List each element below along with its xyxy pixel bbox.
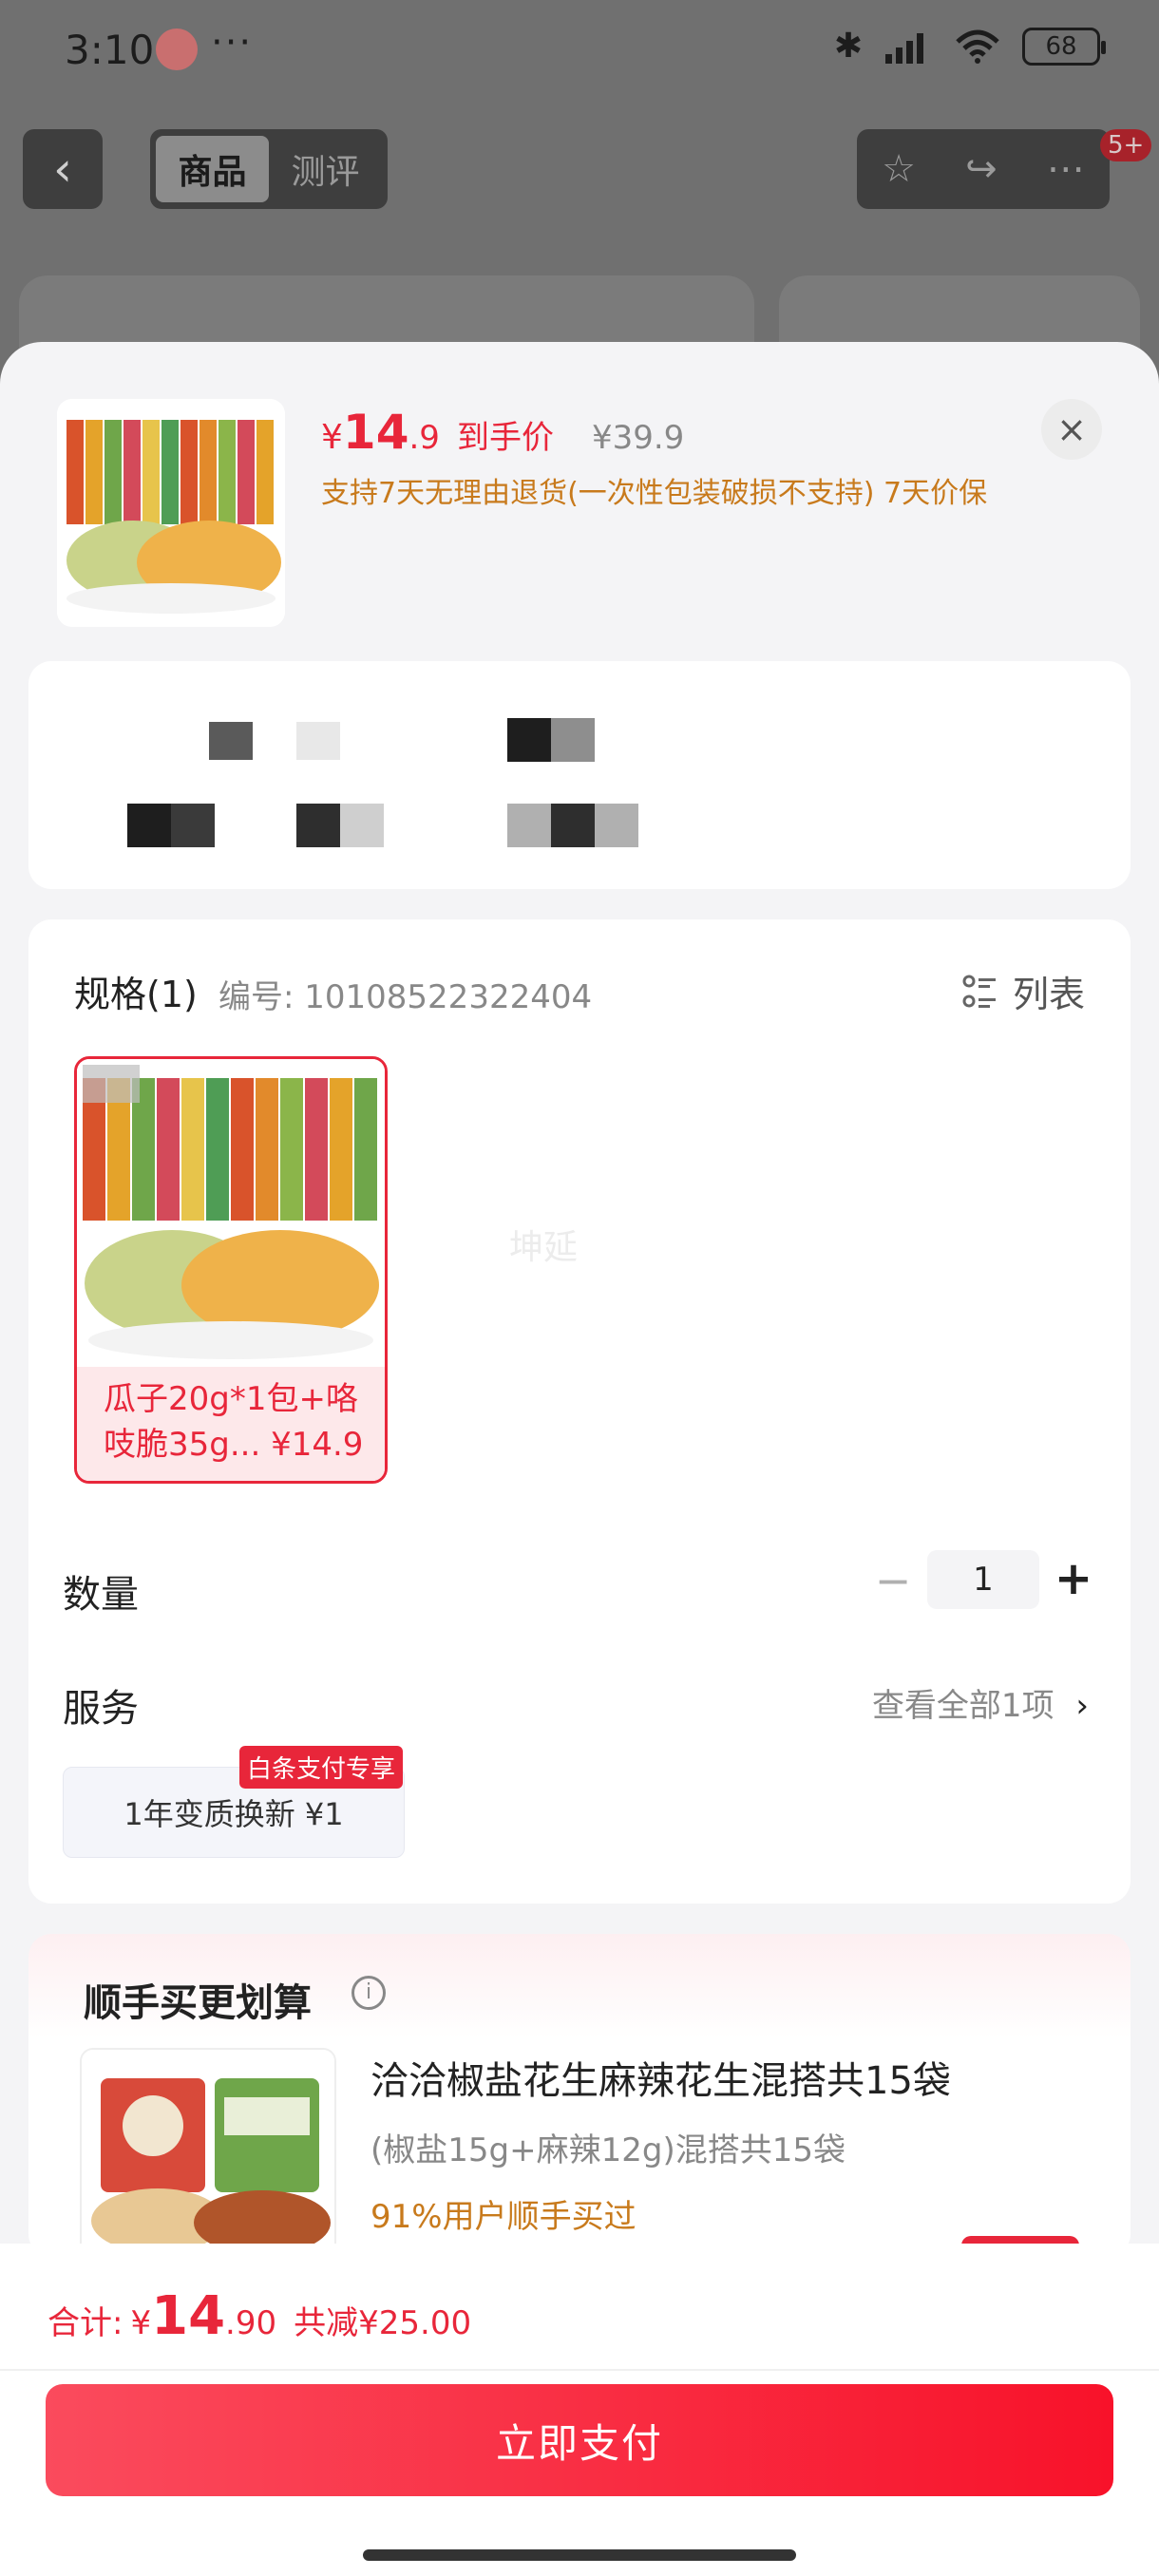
redacted-block <box>507 718 551 762</box>
redacted-block <box>595 804 638 847</box>
status-icons: ✱ 68 <box>833 27 1106 66</box>
close-button[interactable]: × <box>1041 399 1102 460</box>
total-decimal: .90 <box>225 2304 277 2342</box>
redacted-block <box>551 718 595 762</box>
total-saved: 共减¥25.00 <box>294 2304 472 2342</box>
price-integer: 14 <box>342 405 409 460</box>
bundle-product-stat: 91%用户顺手买过 <box>370 2198 636 2236</box>
price-symbol: ¥ <box>321 418 343 457</box>
message-badge: 5+ <box>1100 129 1152 161</box>
chevron-right-icon: › <box>1075 1687 1089 1725</box>
tab-product[interactable]: 商品 <box>156 136 269 202</box>
battery-icon: 68 <box>1022 27 1106 66</box>
price-label: 到手价 <box>456 419 554 457</box>
spec-option-image <box>77 1059 385 1367</box>
view-all-label: 查看全部1项 <box>871 1687 1054 1725</box>
close-icon: × <box>1056 408 1087 450</box>
spec-code: 编号: 10108522322404 <box>218 978 593 1016</box>
bundle-product-image[interactable] <box>80 2048 336 2257</box>
list-icon <box>962 975 996 1008</box>
redacted-block <box>551 804 595 847</box>
bundle-product-desc: (椒盐15g+麻辣12g)混搭共15袋 <box>370 2131 846 2169</box>
spec-card: 规格(1) 编号: 10108522322404 列表 瓜子20g*1包+咯吱脆… <box>28 919 1130 1904</box>
bundle-title: 顺手买更划算 <box>84 1981 312 2025</box>
home-indicator[interactable] <box>363 2549 796 2561</box>
price-row: ¥ 14 .9 到手价 ¥39.9 <box>321 405 684 460</box>
redacted-block <box>296 722 340 760</box>
view-all-services-link[interactable]: 查看全部1项 › <box>872 1679 1089 1726</box>
share-icon[interactable]: ↪ <box>965 147 998 191</box>
watermark: 坤延 <box>509 1228 579 1267</box>
original-price: ¥39.9 <box>591 419 685 457</box>
list-view-toggle[interactable]: 列表 <box>961 965 1085 1017</box>
signal-icon <box>885 32 923 64</box>
price-decimal: .9 <box>408 419 440 457</box>
quantity-increase-button[interactable]: + <box>1045 1552 1102 1609</box>
quantity-input[interactable]: 1 <box>927 1550 1039 1609</box>
more-icon[interactable]: ⋯ <box>1047 147 1085 191</box>
chevron-left-icon: ‹ <box>53 142 72 197</box>
list-view-label: 列表 <box>1012 974 1085 1015</box>
more-notifications-icon: ··· <box>211 21 254 65</box>
product-thumbnail <box>57 399 285 627</box>
info-icon[interactable]: i <box>352 1976 386 2010</box>
status-time: 3:10 <box>65 27 155 73</box>
total-integer: 14 <box>151 2285 226 2347</box>
service-label: 服务 <box>63 1687 139 1731</box>
snack-image-icon <box>57 399 285 627</box>
total-symbol: ¥ <box>130 2304 152 2342</box>
back-button[interactable]: ‹ <box>23 129 103 209</box>
app-notification-icon <box>156 28 198 70</box>
redacted-block <box>209 722 253 760</box>
nav-actions: ☆ ↪ ⋯ <box>857 129 1110 209</box>
wifi-icon <box>956 29 999 64</box>
redacted-block <box>340 804 384 847</box>
address-card[interactable] <box>28 661 1130 889</box>
quantity-label: 数量 <box>63 1573 139 1617</box>
total-label: 合计: <box>48 2304 124 2342</box>
divider <box>0 2369 1159 2371</box>
quantity-decrease-button[interactable]: − <box>864 1554 922 1611</box>
spec-option[interactable]: 瓜子20g*1包+咯吱脆35g... ¥14.9 <box>74 1056 388 1484</box>
product-tab-switcher: 商品 测评 <box>150 129 388 209</box>
redacted-block <box>171 804 215 847</box>
total-row: 合计: ¥ 14 .90 共减¥25.00 <box>48 2285 471 2347</box>
purchase-sheet: ¥ 14 .9 到手价 ¥39.9 支持7天无理由退货(一次性包装破损不支持) … <box>0 342 1159 2576</box>
service-promise: 支持7天无理由退货(一次性包装破损不支持) 7天价保 <box>321 477 988 510</box>
star-icon[interactable]: ☆ <box>882 147 916 191</box>
bundle-product-name[interactable]: 洽洽椒盐花生麻辣花生混搭共15袋 <box>370 2050 951 2105</box>
tab-review[interactable]: 测评 <box>269 136 382 202</box>
status-bar: 3:10 ··· ✱ 68 <box>0 0 1159 104</box>
redacted-block <box>296 804 340 847</box>
bluetooth-icon: ✱ <box>833 27 863 66</box>
spec-option-label: 瓜子20g*1包+咯吱脆35g... ¥14.9 <box>104 1380 364 1464</box>
checkout-footer: 合计: ¥ 14 .90 共减¥25.00 立即支付 <box>0 2244 1159 2576</box>
redacted-block <box>507 804 551 847</box>
pay-now-button[interactable]: 立即支付 <box>46 2384 1113 2496</box>
bundle-card: 顺手买更划算 i 洽洽椒盐花生麻辣花生混搭共15袋 (椒盐15g+麻辣12g)混… <box>28 1934 1130 2257</box>
spec-title: 规格(1) <box>74 974 198 1015</box>
service-tag: 白条支付专享 <box>239 1746 404 1789</box>
peanut-image-icon <box>82 2050 334 2257</box>
redacted-block <box>127 804 171 847</box>
